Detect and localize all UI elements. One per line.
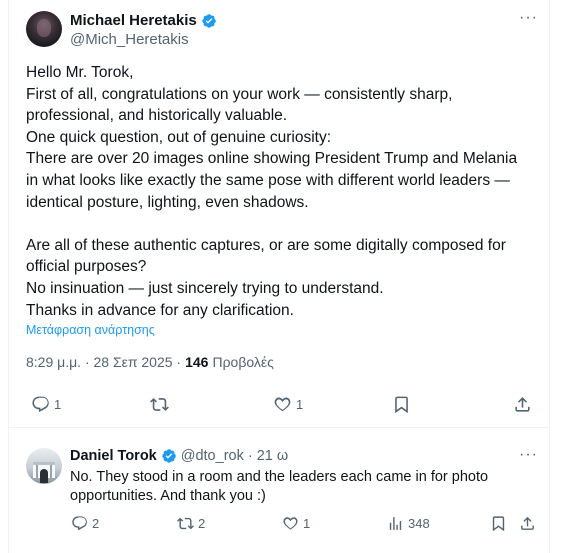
avatar-column — [50, 465, 52, 478]
repost-icon — [150, 398, 169, 411]
reply-post: Daniel Torok @dto_rok · 21 ω ··· No. The… — [9, 437, 549, 553]
views-label: Προβολές — [212, 354, 274, 370]
share-icon — [515, 397, 530, 412]
separator-dot: · — [247, 448, 253, 464]
text-line: Are all of these authentic captures, or … — [26, 236, 506, 254]
reply-author-name[interactable]: Daniel Torok — [70, 448, 157, 464]
reply-icon — [72, 516, 87, 531]
avatar-person — [40, 469, 48, 483]
reply-author-row: Daniel Torok @dto_rok · 21 ω — [70, 448, 288, 464]
more-icon[interactable]: ··· — [519, 447, 538, 463]
post-actions: 1 1 — [9, 395, 549, 419]
reply-time[interactable]: 21 ω — [257, 448, 288, 464]
text-line: No. They stood in a room and the leaders… — [70, 469, 489, 485]
like-button[interactable]: 1 — [273, 395, 303, 414]
more-icon[interactable]: ··· — [519, 10, 538, 26]
heart-icon — [274, 397, 291, 412]
like-button[interactable]: 1 — [282, 515, 310, 532]
heart-icon — [283, 517, 298, 530]
text-line: identical posture, lighting, even shadow… — [26, 193, 309, 211]
avatar-column — [36, 465, 38, 478]
post-timestamp[interactable]: 8:29 μ.μ. · 28 Σεπ 2025 · — [26, 354, 181, 370]
bookmark-button[interactable] — [490, 515, 507, 532]
share-icon — [521, 516, 534, 530]
reply-avatar[interactable] — [26, 448, 62, 484]
text-line: Hello Mr. Torok, — [26, 64, 134, 81]
reply-count: 1 — [54, 397, 62, 412]
repost-button[interactable] — [150, 395, 173, 414]
reply-button[interactable]: 1 — [31, 395, 61, 414]
text-line: official purposes? — [26, 258, 147, 276]
text-line: opportunities. And thank you :) — [70, 488, 266, 504]
avatar[interactable] — [26, 11, 62, 47]
timeline-frame: Michael Heretakis @Mich_Heretakis ··· He… — [8, 0, 550, 553]
views-icon — [389, 517, 402, 530]
bookmark-icon — [395, 396, 408, 414]
text-line: First of all, congratulations on your wo… — [26, 85, 453, 103]
verified-badge-icon — [162, 449, 176, 463]
text-line: Thanks in advance for any clarification. — [26, 301, 294, 319]
text-line: in what looks like exactly the same pose… — [26, 171, 510, 189]
bookmark-button[interactable] — [392, 395, 411, 414]
text-line: No insinuation — just sincerely trying t… — [26, 279, 384, 297]
bookmark-icon — [492, 516, 505, 532]
repost-count: 2 — [198, 516, 206, 531]
avatar-face — [37, 19, 51, 37]
reply-icon — [32, 396, 49, 413]
post-meta: 8:29 μ.μ. · 28 Σεπ 2025 · 146 Προβολές — [26, 354, 274, 370]
text-line: One quick question, out of genuine curio… — [26, 128, 332, 146]
reply-count: 2 — [92, 516, 100, 531]
like-count: 1 — [296, 397, 304, 412]
views-count: 146 — [185, 354, 209, 370]
reply-actions: 2 2 1 348 — [9, 515, 549, 535]
reply-handle[interactable]: @dto_rok — [181, 448, 244, 464]
verified-badge-icon — [202, 13, 216, 28]
share-button[interactable] — [519, 515, 536, 532]
main-post: Michael Heretakis @Mich_Heretakis ··· He… — [9, 0, 549, 428]
author-name[interactable]: Michael Heretakis — [70, 12, 197, 29]
reply-text: No. They stood in a room and the leaders… — [70, 468, 520, 506]
author-handle[interactable]: @Mich_Heretakis — [70, 31, 189, 48]
text-line: There are over 20 images online showing … — [26, 150, 518, 168]
author-row: Michael Heretakis — [70, 12, 217, 29]
repost-icon — [177, 517, 194, 530]
post-text: Hello Mr. Torok, First of all, congratula… — [26, 62, 526, 321]
like-count: 1 — [303, 516, 311, 531]
translate-post-link[interactable]: Μετάφραση ανάρτησης — [26, 323, 155, 337]
views-count: 348 — [408, 516, 430, 531]
reply-button[interactable]: 2 — [71, 515, 99, 532]
share-button[interactable] — [513, 395, 532, 414]
text-line: professional, and historically valuable. — [26, 107, 288, 125]
views-button[interactable]: 348 — [387, 515, 430, 532]
repost-button[interactable]: 2 — [177, 515, 205, 532]
